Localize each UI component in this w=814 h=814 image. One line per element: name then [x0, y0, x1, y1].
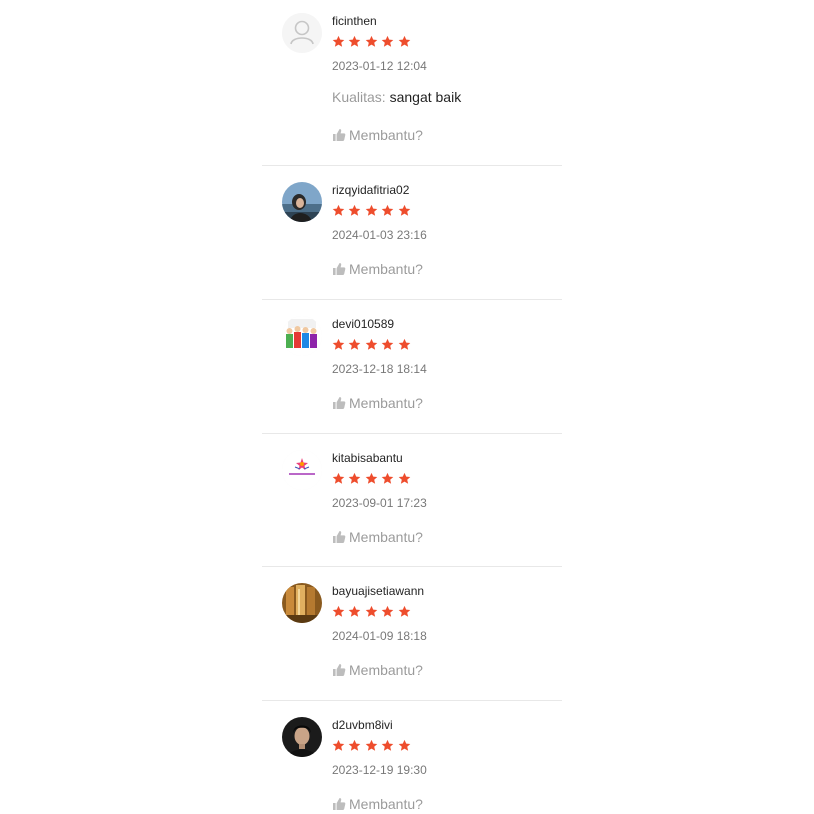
helpful-label: Membantu? [349, 529, 423, 545]
review-timestamp: 2023-01-12 12:04 [332, 59, 427, 73]
username[interactable]: ficinthen [332, 14, 377, 28]
username[interactable]: rizqyidafitria02 [332, 183, 409, 197]
star-icon [381, 605, 394, 617]
thumbs-up-icon [333, 531, 346, 543]
star-icon [398, 338, 410, 350]
avatar[interactable] [282, 13, 322, 53]
star-icon [332, 605, 345, 617]
user-photo [282, 182, 322, 222]
username[interactable]: bayuajisetiawann [332, 584, 424, 598]
group-cartoon-photo [282, 316, 322, 356]
star-icon [365, 338, 378, 350]
helpful-button[interactable]: Membantu? [332, 395, 423, 411]
review-divider [262, 433, 562, 434]
star-icon [332, 35, 345, 47]
star-icon [398, 35, 410, 47]
review-timestamp: 2024-01-03 23:16 [332, 228, 427, 242]
username[interactable]: devi010589 [332, 317, 394, 331]
star-icon [365, 605, 378, 617]
star-icon [365, 739, 378, 751]
star-icon [381, 338, 394, 350]
username[interactable]: d2uvbm8ivi [332, 718, 393, 732]
thumbs-up-icon [333, 397, 346, 409]
thumbs-up-icon [333, 664, 346, 676]
star-icon [332, 338, 345, 350]
attribute-label: Kualitas: [332, 89, 386, 105]
star-icon [332, 472, 345, 484]
star-icon [332, 204, 345, 216]
star-icon [349, 472, 361, 484]
review-divider [262, 700, 562, 701]
star-icon [365, 35, 378, 47]
avatar[interactable] [282, 450, 322, 490]
helpful-button[interactable]: Membantu? [332, 261, 423, 277]
review-divider [262, 299, 562, 300]
star-icon [381, 35, 394, 47]
review-divider [262, 566, 562, 567]
avatar[interactable] [282, 717, 322, 757]
wooden-door-photo [282, 583, 322, 623]
avatar[interactable] [282, 316, 322, 356]
helpful-button[interactable]: Membantu? [332, 127, 423, 143]
star-icon [332, 739, 345, 751]
portrait-photo [282, 717, 322, 757]
rating-stars [332, 605, 411, 619]
review-timestamp: 2023-09-01 17:23 [332, 496, 427, 510]
star-icon [398, 605, 410, 617]
star-icon [381, 739, 394, 751]
star-icon [349, 739, 361, 751]
rating-stars [332, 472, 411, 486]
star-icon [398, 739, 410, 751]
star-icon [365, 204, 378, 216]
thumbs-up-icon [333, 263, 346, 275]
star-icon [381, 204, 394, 216]
star-icon [349, 35, 361, 47]
helpful-label: Membantu? [349, 662, 423, 678]
rating-stars [332, 739, 411, 753]
username[interactable]: kitabisabantu [332, 451, 403, 465]
helpful-label: Membantu? [349, 395, 423, 411]
helpful-button[interactable]: Membantu? [332, 529, 423, 545]
avatar[interactable] [282, 182, 322, 222]
rating-stars [332, 338, 411, 352]
star-icon [365, 472, 378, 484]
star-icon [349, 338, 361, 350]
helpful-button[interactable]: Membantu? [332, 662, 423, 678]
thumbs-up-icon [333, 798, 346, 810]
star-icon [398, 204, 410, 216]
rating-stars [332, 35, 411, 49]
star-icon [349, 605, 361, 617]
helpful-label: Membantu? [349, 261, 423, 277]
review-timestamp: 2023-12-19 19:30 [332, 763, 427, 777]
default-avatar-icon [282, 13, 322, 53]
helpful-label: Membantu? [349, 796, 423, 812]
thumbs-up-icon [333, 129, 346, 141]
review-attribute: Kualitas: sangat baik [332, 89, 461, 105]
rating-stars [332, 204, 411, 218]
review-timestamp: 2024-01-09 18:18 [332, 629, 427, 643]
review-divider [262, 165, 562, 166]
star-icon [398, 472, 410, 484]
attribute-value: sangat baik [389, 89, 462, 105]
star-icon [381, 472, 394, 484]
helpful-label: Membantu? [349, 127, 423, 143]
logo-photo [282, 450, 322, 490]
review-timestamp: 2023-12-18 18:14 [332, 362, 427, 376]
star-icon [349, 204, 361, 216]
avatar[interactable] [282, 583, 322, 623]
helpful-button[interactable]: Membantu? [332, 796, 423, 812]
